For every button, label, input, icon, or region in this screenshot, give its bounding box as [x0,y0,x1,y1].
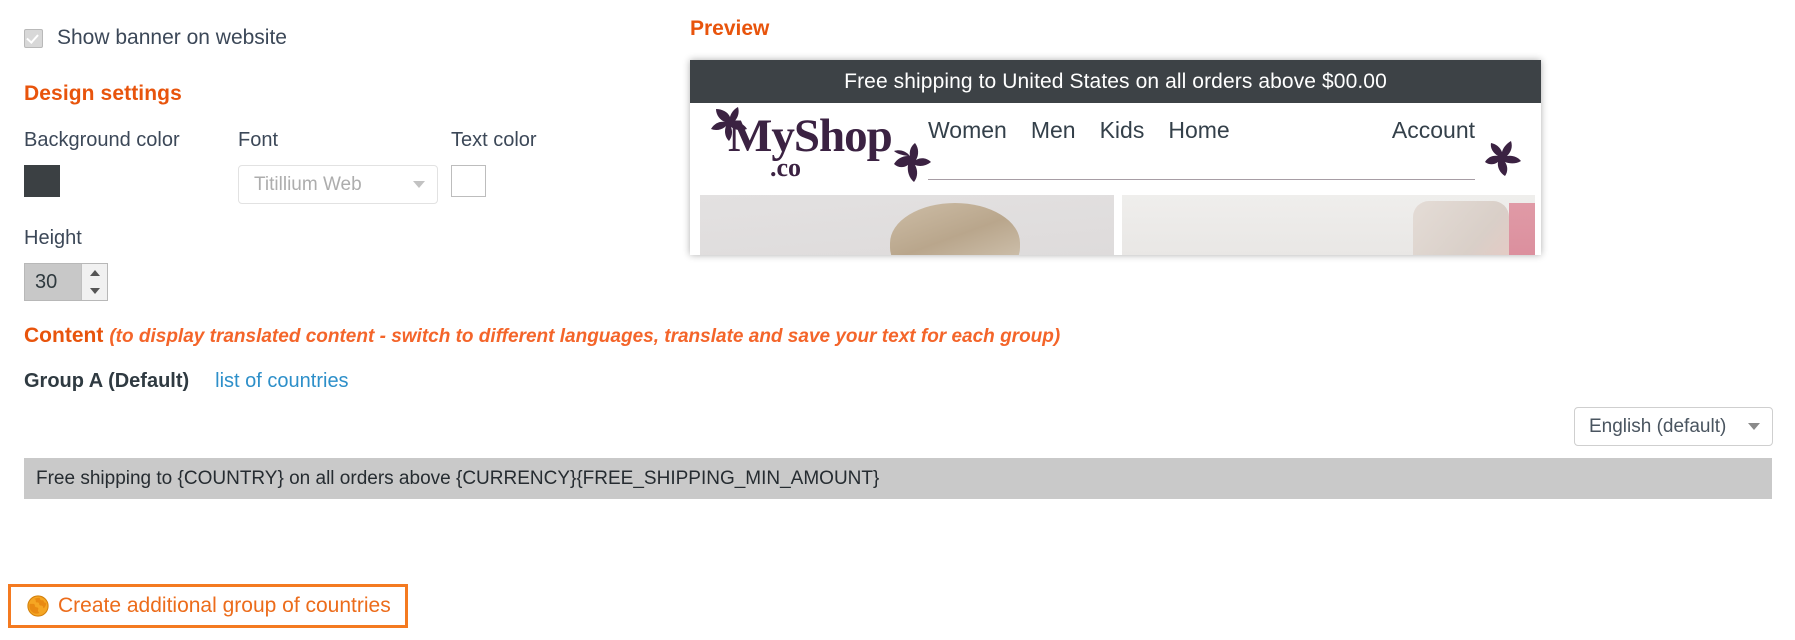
site-logo[interactable]: MyShop .co [700,101,931,201]
nav-item-account[interactable]: Account [1392,117,1475,144]
chevron-down-icon [1748,423,1760,430]
text-color-swatch[interactable] [451,165,486,197]
height-stepper-buttons[interactable] [81,264,107,300]
create-additional-group-button[interactable]: Create additional group of countries [8,584,408,628]
nav-item-women[interactable]: Women [928,117,1007,144]
stepper-down-icon[interactable] [82,282,107,300]
nav-item-men[interactable]: Men [1031,117,1076,144]
settings-page: Show banner on website Design settings B… [0,0,1795,640]
background-color-swatch[interactable] [24,165,60,197]
text-color-label: Text color [451,129,537,151]
nav-item-home[interactable]: Home [1168,117,1229,144]
list-of-countries-link[interactable]: list of countries [215,370,348,393]
content-title: Content [24,324,104,347]
height-stepper[interactable]: 30 [24,263,108,301]
nav-links: Women Men Kids Home [928,117,1230,144]
preview-photo [700,195,1114,255]
preview-nav: Women Men Kids Home Account [928,117,1475,144]
content-heading: Content (to display translated content - … [24,324,1060,348]
preview-photo [1121,195,1535,255]
globe-icon [27,595,49,617]
font-select[interactable]: Titillium Web [238,165,438,204]
chevron-down-icon [413,181,425,188]
preview-frame: Free shipping to United States on all or… [690,60,1541,255]
height-label: Height [24,227,82,249]
language-select-value: English (default) [1589,415,1727,437]
background-color-label: Background color [24,129,180,151]
leaf-icon [1485,141,1521,176]
font-label: Font [238,129,279,151]
nav-divider [928,179,1475,180]
create-additional-group-label: Create additional group of countries [58,594,391,617]
nav-item-kids[interactable]: Kids [1100,117,1145,144]
preview-site-header: MyShop .co Women Men Kids Home Account [690,103,1541,193]
design-settings-title: Design settings [24,82,182,105]
logo-subtext: .co [770,153,802,182]
content-note: (to display translated content - switch … [109,326,1061,347]
group-row: Group A (Default) list of countries [24,370,349,393]
logo-text: MyShop [728,110,893,162]
stepper-up-icon[interactable] [82,264,107,282]
language-select[interactable]: English (default) [1574,407,1773,446]
group-name: Group A (Default) [24,370,190,392]
show-banner-label: Show banner on website [57,26,287,49]
show-banner-row[interactable]: Show banner on website [24,26,287,50]
height-input[interactable]: 30 [25,264,81,300]
preview-photo-strip [700,195,1535,255]
banner-text-input[interactable]: Free shipping to {COUNTRY} on all orders… [24,458,1772,499]
show-banner-checkbox[interactable] [24,28,43,48]
font-select-value: Titillium Web [254,173,362,195]
preview-title: Preview [690,17,770,40]
preview-banner: Free shipping to United States on all or… [690,60,1541,103]
